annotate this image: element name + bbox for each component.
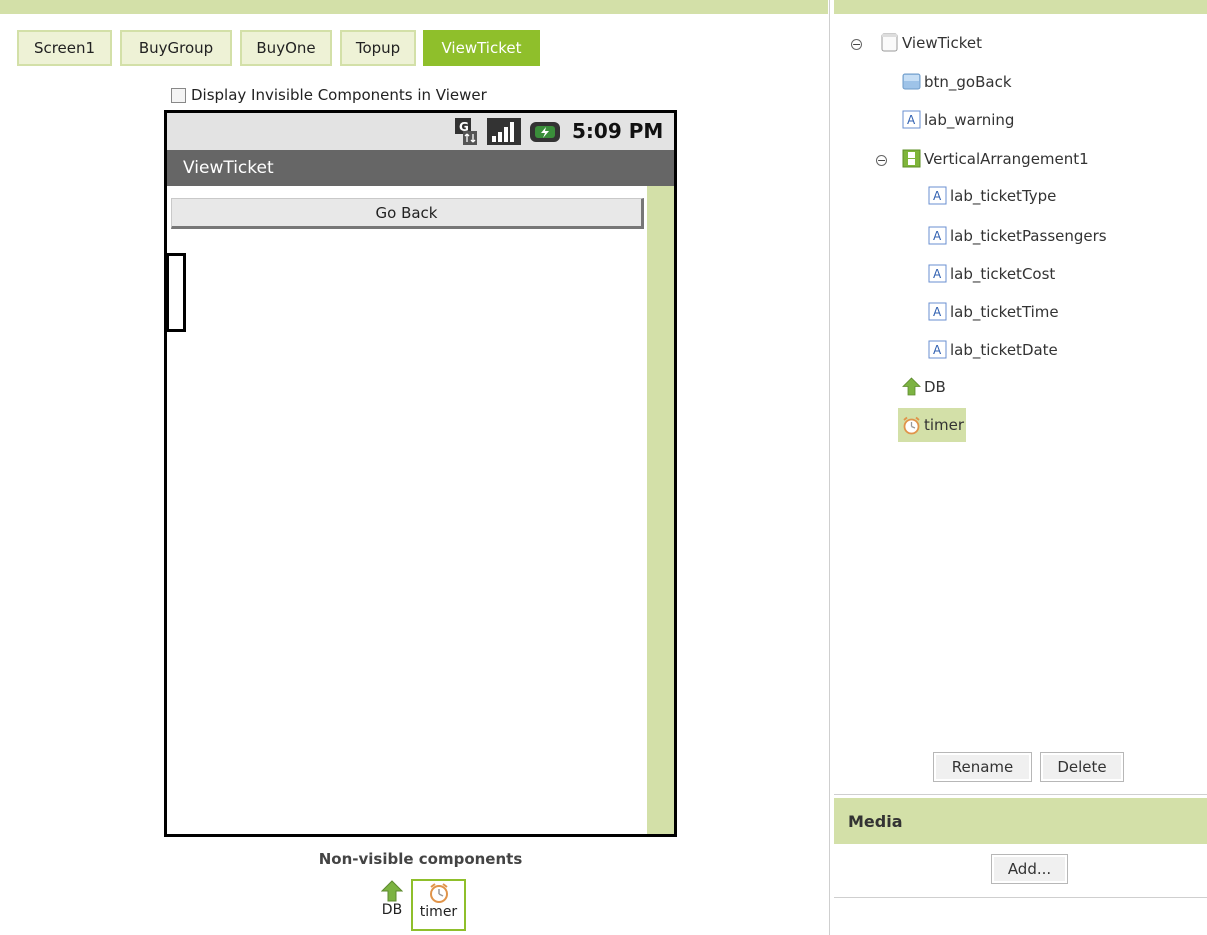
media-header: Media: [834, 798, 1207, 844]
viewer-scrollbar[interactable]: [647, 186, 674, 834]
tab-screen1[interactable]: Screen1: [17, 30, 112, 66]
tree-item-timer[interactable]: timer: [898, 408, 967, 442]
tree-label: DB: [924, 377, 946, 396]
tree-label: lab_warning: [924, 110, 1015, 129]
tree-item-lab-ticketpassengers[interactable]: A lab_ticketPassengers: [928, 226, 1107, 245]
network-g-icon: G: [455, 118, 477, 145]
tree-label: ViewTicket: [902, 33, 982, 52]
tab-buygroup[interactable]: BuyGroup: [120, 30, 232, 66]
clock-icon: [429, 883, 448, 903]
collapse-toggle-root[interactable]: −: [851, 39, 862, 50]
svg-text:A: A: [933, 229, 942, 243]
upload-arrow-icon: [381, 880, 403, 902]
tree-item-lab-ticketcost[interactable]: A lab_ticketCost: [928, 264, 1055, 283]
delete-button[interactable]: Delete: [1040, 752, 1124, 782]
tab-label: Topup: [355, 39, 401, 57]
display-invisible-row[interactable]: Display Invisible Components in Viewer: [171, 86, 487, 104]
tab-label: ViewTicket: [441, 39, 522, 57]
svg-text:A: A: [933, 343, 942, 357]
svg-text:A: A: [933, 189, 942, 203]
status-bar: G 5:09 PM: [167, 113, 674, 150]
label-icon: A: [928, 302, 947, 321]
tree-item-lab-ticketdate[interactable]: A lab_ticketDate: [928, 340, 1058, 359]
label-icon: A: [902, 110, 921, 129]
go-back-label: Go Back: [375, 203, 438, 222]
tree-label: timer: [924, 416, 965, 434]
tree-item-db[interactable]: DB: [902, 377, 946, 396]
media-add-label: Add...: [1007, 860, 1052, 878]
media-title: Media: [848, 811, 903, 831]
tab-viewticket[interactable]: ViewTicket: [423, 30, 540, 66]
tree-label: lab_ticketDate: [950, 340, 1058, 359]
tree-label: lab_ticketTime: [950, 302, 1059, 321]
tab-label: Screen1: [33, 39, 96, 57]
tree-label: VerticalArrangement1: [924, 149, 1089, 168]
panel-divider: [829, 0, 830, 935]
label-icon: A: [928, 340, 947, 359]
media-add-button[interactable]: Add...: [991, 854, 1068, 884]
tree-item-viewticket[interactable]: ViewTicket: [880, 33, 982, 52]
panel-separator: [834, 794, 1207, 795]
svg-text:A: A: [933, 267, 942, 281]
lab-warning-placeholder[interactable]: [166, 253, 186, 332]
tree-label: btn_goBack: [924, 72, 1012, 91]
tab-buyone[interactable]: BuyOne: [240, 30, 332, 66]
display-invisible-label: Display Invisible Components in Viewer: [191, 86, 487, 104]
status-time: 5:09 PM: [572, 119, 664, 143]
non-visible-db[interactable]: DB: [377, 880, 407, 918]
collapse-toggle-vertical[interactable]: −: [876, 155, 887, 166]
upload-arrow-icon: [902, 377, 921, 396]
top-bar: [0, 0, 828, 14]
label-icon: A: [928, 264, 947, 283]
go-back-button[interactable]: Go Back: [171, 198, 644, 229]
screen-title: ViewTicket: [183, 158, 274, 178]
battery-icon: [530, 122, 560, 142]
tree-item-lab-warning[interactable]: A lab_warning: [902, 110, 1014, 129]
signal-icon: [487, 118, 521, 145]
label-icon: A: [928, 186, 947, 205]
delete-label: Delete: [1057, 758, 1107, 776]
tree-label: lab_ticketCost: [950, 264, 1056, 283]
label-icon: A: [928, 226, 947, 245]
svg-text:A: A: [907, 113, 916, 127]
screen-title-bar: ViewTicket: [167, 150, 674, 186]
tab-label: BuyOne: [256, 39, 316, 57]
tree-item-lab-tickettype[interactable]: A lab_ticketType: [928, 186, 1056, 205]
tab-topup[interactable]: Topup: [340, 30, 416, 66]
tree-label: lab_ticketPassengers: [950, 226, 1107, 245]
rename-button[interactable]: Rename: [933, 752, 1032, 782]
tree-item-verticalarrangement1[interactable]: VerticalArrangement1: [902, 149, 1089, 168]
tree-item-lab-tickettime[interactable]: A lab_ticketTime: [928, 302, 1059, 321]
tab-label: BuyGroup: [138, 39, 214, 57]
top-bar-right: [834, 0, 1207, 14]
svg-text:A: A: [933, 305, 942, 319]
tree-item-btn-goback[interactable]: btn_goBack: [902, 72, 1012, 91]
non-visible-db-label: DB: [381, 902, 403, 918]
non-visible-timer-label: timer: [419, 904, 458, 920]
rename-label: Rename: [951, 758, 1014, 776]
tree-label: lab_ticketType: [950, 186, 1057, 205]
display-invisible-checkbox[interactable]: [171, 87, 186, 103]
non-visible-title: Non-visible components: [318, 850, 523, 868]
button-icon: [902, 73, 921, 90]
clock-icon: [903, 416, 920, 434]
screen-icon: [881, 33, 898, 52]
vertical-arrangement-icon: [902, 149, 921, 168]
non-visible-timer[interactable]: timer: [411, 879, 466, 931]
